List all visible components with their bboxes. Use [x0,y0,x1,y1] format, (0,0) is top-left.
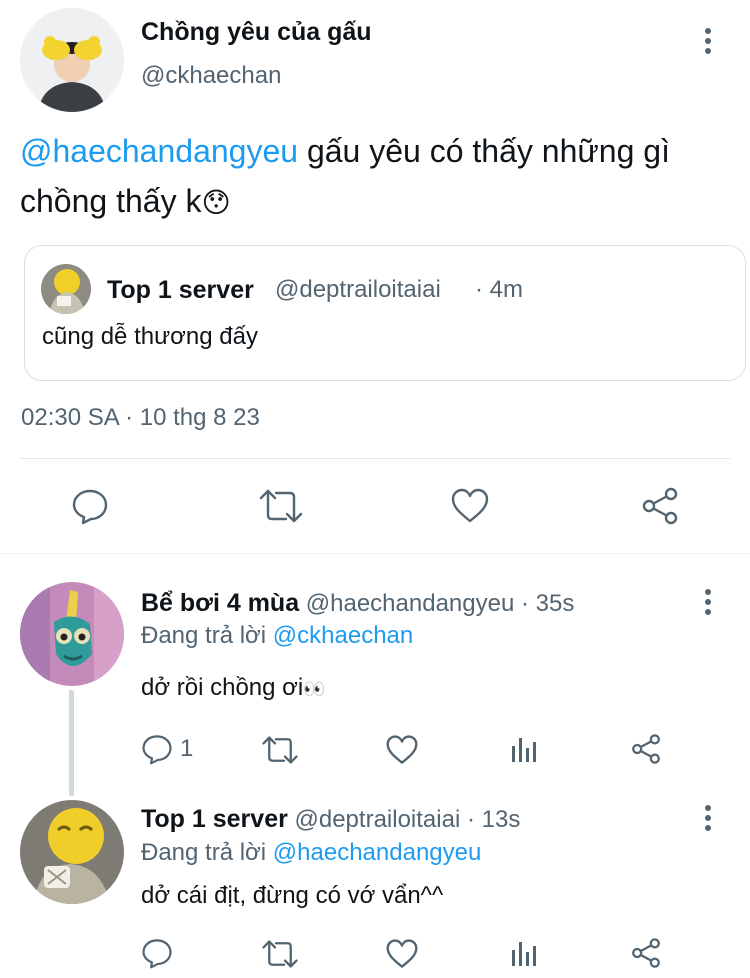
section-divider [0,553,750,554]
user-handle[interactable]: @ckhaechan [141,62,281,90]
replying-to: Đang trả lời @haechandangyeu [141,838,481,868]
reply-text: dở rồi chồng ơi👀 [141,673,326,704]
reply-handle[interactable]: @haechandangyeu [306,590,515,617]
retweet-icon[interactable] [258,487,304,525]
quoted-avatar[interactable] [41,264,91,314]
replying-to: Đang trả lời @ckhaechan [141,621,413,651]
retweet-icon[interactable] [261,734,299,766]
eyes-emoji: 👀 [303,679,326,699]
like-icon[interactable] [385,938,419,970]
reply-display-name[interactable]: Top 1 server [141,805,288,833]
reply-timestamp: · 13s [466,806,521,833]
replying-to-prefix: Đang trả lời [141,622,267,649]
reply-icon[interactable] [141,733,173,765]
more-options-icon[interactable] [697,588,719,616]
thread-line [69,690,74,796]
reply-handle[interactable]: @deptrailoitaiai [295,806,461,833]
like-icon[interactable] [385,734,419,766]
quoted-timestamp: · 4m [475,276,523,303]
surprised-face-emoji: 😯 [201,187,231,218]
reply-avatar[interactable] [20,800,124,904]
divider [20,458,730,459]
reply-count: 1 [180,735,194,762]
avatar[interactable] [20,8,124,112]
more-options-icon[interactable] [697,27,719,55]
more-options-icon[interactable] [697,804,719,832]
replying-to-link[interactable]: @haechandangyeu [273,839,482,866]
tweet-text: @haechandangyeu gấu yêu có thấy những gì… [20,126,750,228]
reply-timestamp: · 35s [520,590,575,617]
reply-header: Top 1 server @deptrailoitaiai · 13s [141,804,520,835]
tweet-text-line2: chồng thấy k [20,183,202,219]
reply-icon[interactable] [141,937,173,969]
quoted-display-name[interactable]: Top 1 server [107,275,254,305]
reply-display-name[interactable]: Bể bơi 4 mùa [141,589,299,617]
share-icon[interactable] [630,937,662,969]
reply-header: Bể bơi 4 mùa @haechandangyeu · 35s [141,588,574,619]
share-icon[interactable] [640,486,680,526]
replying-to-prefix: Đang trả lời [141,839,267,866]
replying-to-link[interactable]: @ckhaechan [273,622,413,649]
display-name[interactable]: Chồng yêu của gấu [141,17,372,47]
retweet-icon[interactable] [261,938,299,970]
mention-link[interactable]: @haechandangyeu [20,133,298,169]
views-icon[interactable] [510,938,538,968]
tweet-text-line1: gấu yêu có thấy những gì [298,133,670,169]
share-icon[interactable] [630,733,662,765]
tweet-timestamp[interactable]: 02:30 SA · 10 thg 8 23 [21,403,260,433]
reply-avatar[interactable] [20,582,124,686]
reply-text-body: dở rồi chồng ơi [141,674,304,701]
reply-icon[interactable] [71,487,109,525]
like-icon[interactable] [450,487,490,525]
reply-text: dở cái địt, đừng có vớ vẩn^^ [141,882,444,909]
views-icon[interactable] [510,734,538,764]
quoted-text: cũng dễ thương đấy [42,323,258,350]
quoted-handle[interactable]: @deptrailoitaiai [275,275,441,305]
quoted-tweet-card[interactable]: Top 1 server @deptrailoitaiai · 4m cũng … [24,245,746,381]
